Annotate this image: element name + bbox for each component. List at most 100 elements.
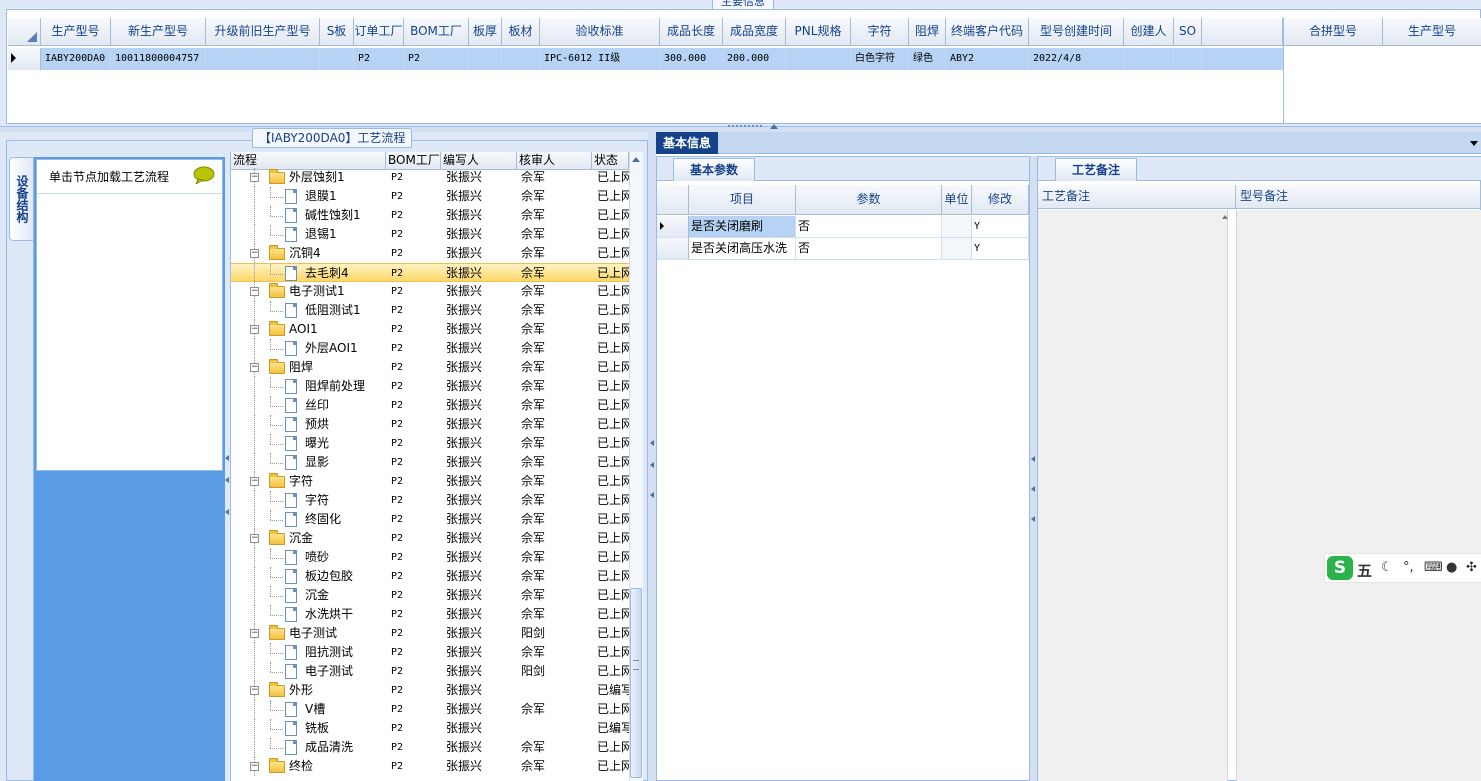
- table-cell[interactable]: [206, 48, 320, 70]
- collapse-toggle-icon[interactable]: −: [250, 686, 259, 695]
- tree-row[interactable]: − 外形 P2 张振兴 已编写: [231, 681, 629, 700]
- tree-node-label[interactable]: 字符: [305, 491, 385, 510]
- tree-row[interactable]: 去毛刺4 P2 张振兴 佘军 已上网: [231, 263, 629, 283]
- tree-node-label[interactable]: 去毛刺4: [305, 264, 385, 283]
- tree-row[interactable]: − 阻焊 P2 张振兴 佘军 已上网: [231, 358, 629, 377]
- tree-node-label[interactable]: 丝印: [305, 396, 385, 415]
- apps-icon[interactable]: ✣: [1466, 560, 1477, 576]
- chevron-down-icon[interactable]: [1470, 141, 1478, 146]
- collapse-left-icon[interactable]: [650, 462, 654, 468]
- tree-row[interactable]: − 电子测试 P2 张振兴 阳剑 已上网: [231, 624, 629, 643]
- collapse-toggle-icon[interactable]: −: [250, 325, 259, 334]
- tree-row[interactable]: 曝光 P2 张振兴 佘军 已上网: [231, 434, 629, 453]
- merge-col-header[interactable]: 生产型号: [1383, 18, 1481, 46]
- col-header[interactable]: 板厚: [469, 18, 502, 46]
- tree-row[interactable]: − 沉金 P2 张振兴 佘军 已上网: [231, 529, 629, 548]
- tree-row[interactable]: 喷砂 P2 张振兴 佘军 已上网: [231, 548, 629, 567]
- table-cell[interactable]: ABY2: [946, 48, 1029, 70]
- tree-row[interactable]: 板边包胶 P2 张振兴 佘军 已上网: [231, 567, 629, 586]
- vertical-splitter[interactable]: [1030, 156, 1037, 781]
- tree-row[interactable]: − AOI1 P2 张振兴 佘军 已上网: [231, 320, 629, 339]
- moon-icon[interactable]: ☾: [1381, 560, 1393, 576]
- col-header[interactable]: BOM工厂: [404, 18, 469, 46]
- col-header[interactable]: 订单工厂: [354, 18, 404, 46]
- tree-row[interactable]: − 字符 P2 张振兴 佘军 已上网: [231, 472, 629, 491]
- tree-node-label[interactable]: 电子测试: [289, 624, 385, 643]
- splitter-grip-icon[interactable]: [728, 125, 762, 129]
- tree-node-label[interactable]: 终固化: [305, 510, 385, 529]
- tree-node-label[interactable]: 外层蚀刻1: [289, 168, 385, 187]
- tree-row[interactable]: − 电子测试1 P2 张振兴 佘军 已上网: [231, 282, 629, 301]
- table-cell[interactable]: P2: [354, 48, 404, 70]
- tree-row[interactable]: 水洗烘干 P2 张振兴 佘军 已上网: [231, 605, 629, 624]
- table-cell[interactable]: 绿色: [909, 48, 946, 70]
- tree-row[interactable]: 阻焊前处理 P2 张振兴 佘军 已上网: [231, 377, 629, 396]
- tree-node-label[interactable]: 阻焊: [289, 358, 385, 377]
- row-indicator[interactable]: [657, 238, 689, 260]
- row-indicator[interactable]: [657, 216, 689, 238]
- grid-corner[interactable]: [8, 18, 41, 46]
- tab-process-notes[interactable]: 工艺备注: [1055, 158, 1137, 181]
- tree-node-label[interactable]: 预烘: [305, 415, 385, 434]
- tree-node-label[interactable]: 退锡1: [305, 225, 385, 244]
- col-header[interactable]: SO: [1174, 18, 1202, 46]
- collapse-left-icon[interactable]: [650, 492, 654, 498]
- col-header[interactable]: 阻焊: [909, 18, 946, 46]
- param-unit-cell[interactable]: [942, 216, 972, 238]
- tree-node-label[interactable]: 电子测试: [305, 662, 385, 681]
- tree-row[interactable]: 丝印 P2 张振兴 佘军 已上网: [231, 396, 629, 415]
- tree-node-label[interactable]: 板边包胶: [305, 567, 385, 586]
- tree-node-label[interactable]: 阻抗测试: [305, 643, 385, 662]
- table-cell[interactable]: 2022/4/8: [1029, 48, 1124, 70]
- param-value-cell[interactable]: 否: [796, 216, 942, 238]
- tree-node-label[interactable]: 沉金: [305, 586, 385, 605]
- col-header[interactable]: 成品长度: [660, 18, 723, 46]
- collapse-toggle-icon[interactable]: −: [250, 477, 259, 486]
- merge-col-header[interactable]: 合拼型号: [1284, 18, 1383, 46]
- tab-basic-params[interactable]: 基本参数: [673, 158, 755, 181]
- param-unit-cell[interactable]: [942, 238, 972, 260]
- tree-node-label[interactable]: 阻焊前处理: [305, 377, 385, 396]
- punctuation-icon[interactable]: °,: [1403, 560, 1414, 576]
- col-header[interactable]: 字符: [851, 18, 909, 46]
- tree-node-label[interactable]: 外形: [289, 681, 385, 700]
- tree-node-label[interactable]: 字符: [289, 472, 385, 491]
- table-cell[interactable]: 10011800004757: [111, 48, 206, 70]
- row-indicator[interactable]: [8, 48, 41, 70]
- table-cell[interactable]: P2: [404, 48, 469, 70]
- col-header[interactable]: 型号创建时间: [1029, 18, 1124, 46]
- col-header-modify[interactable]: 修改: [972, 185, 1029, 215]
- tree-node-label[interactable]: 铣板: [305, 719, 385, 738]
- param-value-cell[interactable]: 否: [796, 238, 942, 260]
- collapse-toggle-icon[interactable]: −: [250, 762, 259, 771]
- tree-row[interactable]: − 终检 P2 张振兴 佘军 已上网: [231, 757, 629, 776]
- tree-row[interactable]: 终固化 P2 张振兴 佘军 已上网: [231, 510, 629, 529]
- col-header[interactable]: PNL规格: [786, 18, 851, 46]
- tree-node-label[interactable]: 水洗烘干: [305, 605, 385, 624]
- tree-node-label[interactable]: V槽: [305, 700, 385, 719]
- collapse-left-icon[interactable]: [650, 440, 654, 446]
- table-cell[interactable]: IABY200DA0: [41, 48, 111, 70]
- tree-row[interactable]: 退锡1 P2 张振兴 佘军 已上网: [231, 225, 629, 244]
- param-item-cell[interactable]: 是否关闭磨刷: [689, 216, 796, 238]
- collapse-left-icon[interactable]: [1031, 456, 1035, 462]
- tree-node-label[interactable]: 碱性蚀刻1: [305, 206, 385, 225]
- tree-row[interactable]: 预烘 P2 张振兴 佘军 已上网: [231, 415, 629, 434]
- col-header[interactable]: 板材: [502, 18, 540, 46]
- col-header[interactable]: 创建人: [1124, 18, 1174, 46]
- table-cell[interactable]: [469, 48, 502, 70]
- model-note-input[interactable]: [1236, 210, 1481, 781]
- collapse-left-icon[interactable]: [225, 509, 229, 515]
- ime-logo-icon[interactable]: S: [1327, 556, 1353, 580]
- tree-row[interactable]: 铣板 P2 张振兴 已编写: [231, 719, 629, 738]
- tree-row[interactable]: − 外层蚀刻1 P2 张振兴 佘军 已上网: [231, 168, 629, 187]
- col-header[interactable]: 新生产型号: [111, 18, 206, 46]
- tree-row[interactable]: 沉金 P2 张振兴 佘军 已上网: [231, 586, 629, 605]
- tree-row[interactable]: − 沉铜4 P2 张振兴 佘军 已上网: [231, 244, 629, 263]
- tree-row[interactable]: 字符 P2 张振兴 佘军 已上网: [231, 491, 629, 510]
- scroll-up-icon[interactable]: [632, 157, 640, 162]
- speech-bubble-icon[interactable]: [193, 166, 215, 184]
- tree-row[interactable]: 退膜1 P2 张振兴 佘军 已上网: [231, 187, 629, 206]
- collapse-left-icon[interactable]: [1031, 516, 1035, 522]
- collapse-toggle-icon[interactable]: −: [250, 173, 259, 182]
